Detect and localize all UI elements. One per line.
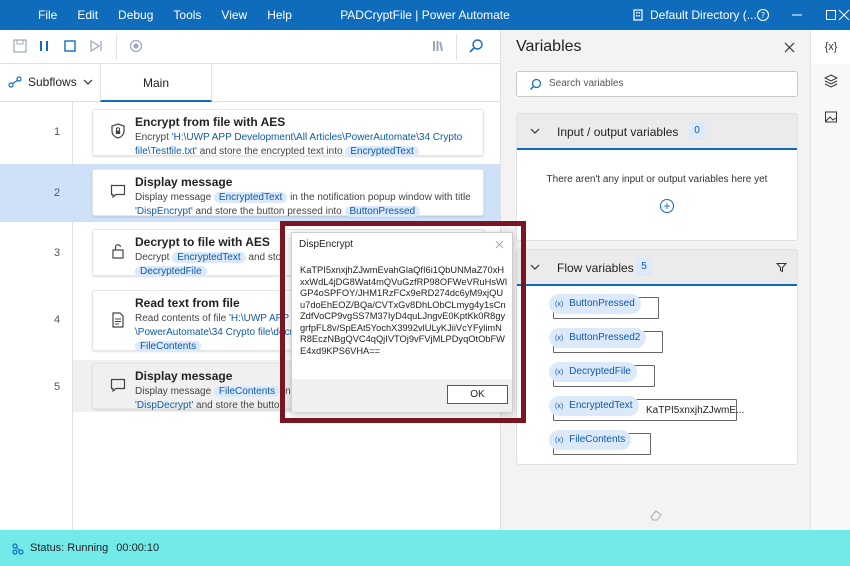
- menu-tools[interactable]: Tools: [173, 8, 201, 22]
- action-display-message[interactable]: Display message Display message Encrypte…: [92, 169, 484, 217]
- variables-panel: Variables Search variables Input / outpu…: [500, 30, 810, 530]
- eraser-icon[interactable]: [649, 508, 663, 522]
- ok-button[interactable]: OK: [447, 385, 508, 404]
- variable-type-icon: (x): [555, 369, 564, 376]
- menu-debug[interactable]: Debug: [118, 8, 153, 22]
- run-next-action-icon[interactable]: [88, 38, 104, 54]
- svg-text:?: ?: [761, 11, 765, 20]
- tab-main[interactable]: Main: [100, 64, 212, 102]
- side-rail: {x}: [810, 30, 850, 530]
- status-text: Status: Running: [30, 542, 109, 554]
- toolbar-divider: [456, 34, 457, 60]
- flow-variables-section: Flow variables 5 (x) ButtonPressed (x) But…: [516, 249, 798, 465]
- stop-icon[interactable]: [62, 38, 78, 54]
- save-icon[interactable]: [12, 38, 28, 54]
- file-text-icon: [112, 312, 124, 328]
- pause-icon[interactable]: [36, 38, 52, 54]
- variable-pill[interactable]: (x) DecryptedFile: [549, 362, 637, 382]
- variable-token: DecryptedFile: [135, 266, 207, 277]
- library-icon[interactable]: [430, 38, 446, 54]
- line-number: 4: [53, 314, 61, 326]
- unlock-icon: [112, 244, 124, 259]
- action-description: Display message EncryptedText in the not…: [135, 192, 471, 217]
- io-variables-section: Input / output variables 0 There aren't …: [516, 113, 798, 241]
- dialog-footer: OK: [292, 379, 512, 412]
- variables-title: Variables: [516, 38, 582, 55]
- line-number: 2: [53, 187, 61, 199]
- variable-token: FileContents: [135, 341, 202, 352]
- menu-bar: File Edit Debug Tools View Help: [28, 8, 302, 22]
- close-icon[interactable]: [784, 42, 795, 53]
- io-variables-header[interactable]: Input / output variables 0: [517, 114, 797, 150]
- toolbar: [0, 30, 500, 64]
- subflows-dropdown[interactable]: Subflows: [8, 75, 93, 89]
- directory-label: Default Directory (...: [650, 8, 757, 22]
- action-title: Encrypt from file with AES: [135, 115, 286, 129]
- io-empty-message: There aren't any input or output variabl…: [546, 174, 768, 185]
- subflows-icon: [8, 76, 22, 88]
- message-icon: [110, 378, 126, 393]
- toolbar-divider: [116, 34, 117, 60]
- directory-selector[interactable]: Default Directory (...: [632, 8, 757, 22]
- status-time: 00:00:10: [116, 542, 160, 554]
- subflows-label: Subflows: [28, 75, 77, 89]
- variable-type-icon: (x): [555, 301, 564, 308]
- record-icon[interactable]: [128, 38, 144, 54]
- variable-pill[interactable]: (x) FileContents: [549, 430, 632, 450]
- menu-edit[interactable]: Edit: [77, 8, 98, 22]
- variables-rail-icon[interactable]: {x}: [811, 30, 850, 64]
- filter-icon[interactable]: [776, 262, 787, 273]
- variable-pill[interactable]: (x) ButtonPressed2: [549, 328, 647, 348]
- chevron-down-icon: [530, 128, 540, 134]
- search-icon: [530, 78, 542, 90]
- variable-value: KaTPI5xnxjhZJwmE...: [646, 405, 745, 416]
- line-number: 1: [53, 126, 61, 138]
- menu-help[interactable]: Help: [267, 8, 292, 22]
- flow-status-icon: [12, 543, 24, 555]
- io-variables-count: 0: [689, 122, 705, 140]
- minimize-icon[interactable]: [780, 0, 814, 30]
- line-number: 5: [53, 381, 61, 393]
- close-window-icon[interactable]: [838, 0, 850, 30]
- action-encrypt-aes[interactable]: Encrypt from file with AES Encrypt 'H:\U…: [92, 109, 484, 157]
- add-io-variable-icon[interactable]: +: [660, 199, 674, 213]
- variable-pill[interactable]: (x) EncryptedText: [549, 396, 639, 416]
- action-title: Display message: [135, 175, 233, 189]
- title-bar: File Edit Debug Tools View Help PADCrypt…: [0, 0, 850, 30]
- flow-variables-header[interactable]: Flow variables 5: [517, 250, 797, 286]
- variable-type-icon: (x): [555, 437, 564, 444]
- dialog-title: DispEncrypt: [299, 239, 353, 250]
- help-icon[interactable]: ?: [746, 0, 780, 30]
- images-rail-icon[interactable]: [811, 100, 850, 134]
- subflow-tabs: Subflows Main: [0, 64, 500, 102]
- chevron-down-icon: [530, 264, 540, 270]
- building-icon: [633, 9, 643, 21]
- dialog-close-icon[interactable]: [495, 240, 504, 249]
- search-variables-input[interactable]: Search variables: [516, 71, 798, 97]
- flow-variables-label: Flow variables: [557, 261, 634, 275]
- dialog-message: KaTPI5xnxjhZJwmEvahGlaQfI6i1QbUNMaZ70xHx…: [300, 265, 508, 356]
- variable-token: ButtonPressed: [344, 206, 421, 217]
- io-variables-label: Input / output variables: [557, 125, 679, 139]
- shield-lock-icon: [111, 123, 125, 139]
- variable-pill[interactable]: (x) ButtonPressed: [549, 294, 641, 314]
- line-number: 3: [53, 247, 61, 259]
- ui-elements-rail-icon[interactable]: [811, 64, 850, 98]
- message-icon: [110, 184, 126, 199]
- variable-type-icon: (x): [555, 335, 564, 342]
- menu-file[interactable]: File: [38, 8, 57, 22]
- variable-token: FileContents: [213, 386, 281, 397]
- message-dialog: DispEncrypt KaTPI5xnxjhZJwmEvahGlaQfI6i1…: [291, 232, 513, 412]
- variable-token: EncryptedText: [345, 146, 419, 157]
- variable-token: EncryptedText: [213, 192, 288, 203]
- variable-token: EncryptedText: [172, 252, 246, 263]
- search-placeholder: Search variables: [549, 78, 624, 89]
- search-icon[interactable]: [468, 38, 484, 54]
- menu-view[interactable]: View: [221, 8, 247, 22]
- status-bar: Status: Running 00:00:10: [0, 530, 850, 566]
- flow-variables-count: 5: [636, 258, 652, 276]
- action-description: Encrypt 'H:\UWP APP Development\All Arti…: [135, 132, 463, 157]
- chevron-down-icon: [83, 79, 93, 85]
- variable-type-icon: (x): [555, 403, 564, 410]
